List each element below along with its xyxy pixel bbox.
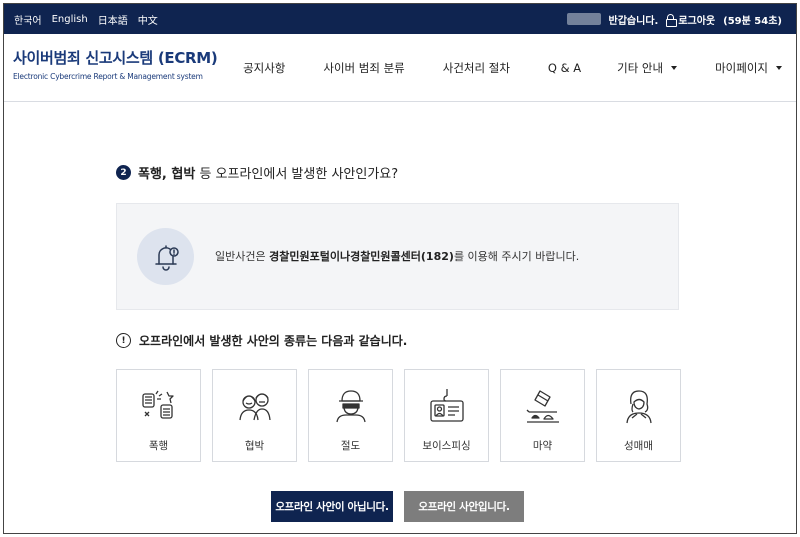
nav-cybercrime-classification[interactable]: 사이버 범죄 분류	[323, 60, 404, 76]
category-card-assault[interactable]: 폭행	[116, 369, 201, 462]
nav-qna[interactable]: Q & A	[548, 61, 581, 75]
session-timer: (59분 54초)	[723, 15, 782, 27]
assault-icon	[141, 390, 174, 419]
top-utility-bar: 한국어 English 日本語 中文 반갑습니다. 로그아웃 (59분 54초)	[4, 4, 796, 34]
notice-suffix: 를 이용해 주시기 바랍니다.	[453, 250, 580, 263]
nav-label: 사건처리 절차	[442, 61, 510, 75]
nav-label: Q & A	[547, 61, 582, 75]
greeting-text: 반갑습니다.	[608, 15, 659, 27]
question-rest: 등 오프라인에서 발생한 사안인가요?	[195, 167, 399, 182]
blurred-username	[566, 13, 601, 25]
notice-prefix: 일반사건은	[215, 250, 270, 263]
lock-icon	[666, 13, 678, 27]
nav-label: 사이버 범죄 분류	[323, 61, 405, 75]
nav-label: 기타 안내	[617, 61, 664, 75]
category-label: 폭행	[148, 440, 169, 452]
notice-box: 일반사건은 경찰민원포털이나경찰민원콜센터(182)를 이용해 주시기 바랍니다…	[116, 203, 679, 310]
category-card-prostitution[interactable]: 성매매	[596, 369, 681, 462]
question-heading: 2 폭행, 협박 등 오프라인에서 발생한 사안인가요?	[116, 163, 398, 182]
info-title-text: 오프라인에서 발생한 사안의 종류는 다음과 같습니다.	[139, 334, 408, 348]
info-heading: ! 오프라인에서 발생한 사안의 종류는 다음과 같습니다.	[116, 332, 407, 349]
answer-buttons: 오프라인 사안이 아닙니다. 오프라인 사안입니다.	[271, 491, 524, 522]
bell-alert-icon	[137, 228, 194, 285]
site-logo[interactable]: 사이버범죄 신고시스템 (ECRM) Electronic Cybercrime…	[13, 47, 218, 81]
language-selector: 한국어 English 日本語 中文	[14, 4, 158, 34]
category-label: 성매매	[624, 440, 653, 452]
nav-other-info[interactable]: 기타 안내	[617, 60, 678, 76]
category-card-theft[interactable]: 절도	[308, 369, 393, 462]
main-navigation: 공지사항 사이버 범죄 분류 사건처리 절차 Q & A 기타 안내 마이페이지	[243, 34, 782, 102]
category-card-voice-phishing[interactable]: 보이스피싱	[404, 369, 489, 462]
question-bold: 폭행, 협박	[138, 167, 196, 182]
main-content: 2 폭행, 협박 등 오프라인에서 발생한 사안인가요? 일반사건은 경찰민원포…	[4, 103, 796, 533]
lang-korean[interactable]: 한국어	[14, 12, 42, 27]
site-subtitle: Electronic Cybercrime Report & Managemen…	[13, 72, 203, 81]
category-label: 보이스피싱	[422, 440, 471, 452]
not-offline-button[interactable]: 오프라인 사안이 아닙니다.	[271, 491, 393, 522]
drug-icon	[526, 390, 559, 423]
lang-chinese[interactable]: 中文	[138, 12, 158, 27]
category-label: 협박	[244, 440, 265, 452]
nav-label: 마이페이지	[715, 61, 768, 75]
chevron-down-icon	[776, 66, 782, 70]
app-window: 한국어 English 日本語 中文 반갑습니다. 로그아웃 (59분 54초)…	[3, 3, 797, 534]
theft-icon	[335, 390, 366, 423]
category-cards: 폭행 협박 절도 보이스피싱 마약 성매매	[116, 369, 681, 462]
police-portal-link[interactable]: 경찰민원포털이나경찰민원콜센터(182)	[269, 250, 454, 263]
lang-english[interactable]: English	[52, 14, 88, 25]
chevron-down-icon	[671, 66, 678, 70]
category-label: 마약	[532, 440, 553, 452]
category-card-drug[interactable]: 마약	[500, 369, 585, 462]
prostitution-icon	[625, 390, 652, 424]
lang-japanese[interactable]: 日本語	[98, 12, 128, 27]
step-number-badge: 2	[116, 165, 131, 180]
notice-text: 일반사건은 경찰민원포털이나경찰민원콜센터(182)를 이용해 주시기 바랍니다…	[215, 248, 579, 264]
logout-button[interactable]: 로그아웃	[666, 12, 715, 27]
logout-label: 로그아웃	[678, 15, 716, 27]
voice-phishing-icon	[429, 389, 464, 422]
exclamation-circle-icon: !	[116, 333, 131, 348]
threat-icon	[238, 393, 271, 421]
user-session: 반갑습니다. 로그아웃 (59분 54초)	[566, 4, 782, 34]
site-header: 사이버범죄 신고시스템 (ECRM) Electronic Cybercrime…	[4, 34, 796, 102]
category-label: 절도	[340, 440, 361, 452]
nav-label: 공지사항	[243, 61, 286, 75]
nav-mypage[interactable]: 마이페이지	[715, 60, 782, 76]
nav-case-procedure[interactable]: 사건처리 절차	[443, 60, 510, 76]
category-card-threat[interactable]: 협박	[212, 369, 297, 462]
nav-notices[interactable]: 공지사항	[243, 60, 285, 76]
site-title: 사이버범죄 신고시스템 (ECRM)	[13, 49, 218, 67]
is-offline-button[interactable]: 오프라인 사안입니다.	[404, 491, 524, 522]
